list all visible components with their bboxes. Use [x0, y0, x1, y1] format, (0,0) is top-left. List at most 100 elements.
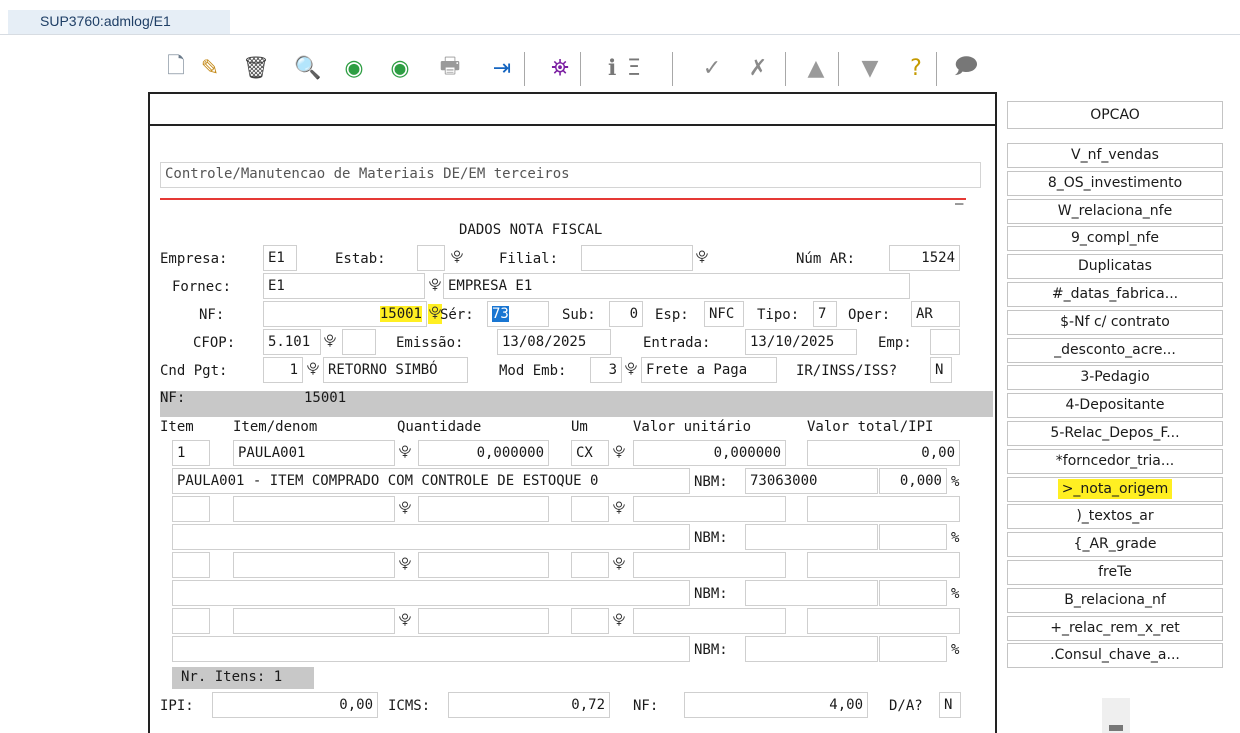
item-2-qtd[interactable]	[418, 496, 549, 522]
item-4-code[interactable]	[233, 608, 395, 634]
option-item[interactable]: 9_compl_nfe	[1007, 226, 1223, 252]
option-item[interactable]: .Consul_chave_a...	[1007, 643, 1223, 669]
item-3-qtd[interactable]	[418, 552, 549, 578]
icms-field[interactable]: 0,72	[448, 692, 610, 718]
trash-icon[interactable]: 🗑	[240, 48, 272, 88]
option-item[interactable]: V_nf_vendas	[1007, 143, 1223, 168]
item-4-um-dropdown-icon[interactable]: ⯓	[612, 608, 626, 634]
confirm-icon[interactable]: ✓	[696, 48, 728, 88]
next-icon[interactable]: ◉	[384, 48, 416, 88]
option-item[interactable]: )_textos_ar	[1007, 504, 1223, 530]
cnd-pgt-dropdown-icon[interactable]: ⯓	[306, 357, 320, 383]
item-2-vtotal[interactable]	[807, 496, 960, 522]
option-item[interactable]: 3-Pedagio	[1007, 365, 1223, 391]
filial-field[interactable]	[581, 245, 693, 271]
item-3-code-dropdown-icon[interactable]: ⯓	[398, 552, 412, 578]
item-1-code[interactable]: PAULA001	[233, 440, 395, 466]
session-tab[interactable]: SUP3760:admlog/E1	[8, 10, 230, 34]
mod-emb-dropdown-icon[interactable]: ⯓	[624, 357, 638, 383]
num-ar-field[interactable]: 1524	[889, 245, 960, 271]
item-1-qtd[interactable]: 0,000000	[418, 440, 549, 466]
estab-dropdown-icon[interactable]: ⯓	[450, 245, 464, 271]
sub-field[interactable]: 0	[609, 301, 643, 327]
ser-field[interactable]: 73	[487, 301, 549, 327]
previous-icon[interactable]: ◉	[338, 48, 370, 88]
emissao-field[interactable]: 13/08/2025	[497, 329, 611, 355]
item-4-nbm[interactable]	[745, 636, 878, 662]
up-icon[interactable]: ▲	[800, 48, 832, 88]
option-item[interactable]: 5-Relac_Depos_F...	[1007, 421, 1223, 446]
ipi-field[interactable]: 0,00	[212, 692, 378, 718]
nf-field[interactable]: 15001	[263, 301, 427, 327]
cancel-icon[interactable]: ✗	[742, 48, 774, 88]
empresa-field[interactable]: E1	[263, 245, 297, 271]
item-3-code[interactable]	[233, 552, 395, 578]
item-3-vunit[interactable]	[633, 552, 786, 578]
item-2-number[interactable]	[172, 496, 210, 522]
option-item[interactable]: 4-Depositante	[1007, 393, 1223, 419]
new-doc-icon[interactable]: 🗋	[160, 48, 192, 88]
entrada-field[interactable]: 13/10/2025	[745, 329, 857, 355]
option-item[interactable]: W_relaciona_nfe	[1007, 198, 1223, 224]
mod-emb-field[interactable]: 3	[590, 357, 622, 383]
item-2-um[interactable]	[571, 496, 609, 522]
option-item[interactable]: _desconto_acre...	[1007, 337, 1223, 363]
print-icon[interactable]: 🖶	[434, 48, 466, 88]
item-3-number[interactable]	[172, 552, 210, 578]
item-3-um-dropdown-icon[interactable]: ⯓	[612, 552, 626, 578]
cnd-pgt-field[interactable]: 1	[263, 357, 303, 383]
binoculars-icon[interactable]: ⛯	[544, 48, 576, 88]
ir-inss-iss-field[interactable]: N	[930, 357, 952, 383]
option-item[interactable]: Duplicatas	[1007, 254, 1223, 280]
item-1-um-dropdown-icon[interactable]: ⯓	[612, 440, 626, 466]
exit-icon[interactable]: ⇥	[486, 48, 518, 88]
item-3-nbm[interactable]	[745, 580, 878, 606]
fornec-field[interactable]: E1	[263, 273, 425, 299]
item-2-nbm[interactable]	[745, 524, 878, 550]
fornec-dropdown-icon[interactable]: ⯓	[428, 273, 442, 299]
item-1-vunit[interactable]: 0,000000	[633, 440, 786, 466]
item-1-nbm[interactable]: 73063000	[745, 468, 878, 494]
item-1-vtotal[interactable]: 0,00	[807, 440, 960, 466]
tipo-field[interactable]: 7	[813, 301, 837, 327]
option-item[interactable]: $-Nf c/ contrato	[1007, 309, 1223, 335]
option-item[interactable]: B_relaciona_nf	[1007, 587, 1223, 613]
option-item[interactable]: #_datas_fabrica...	[1007, 282, 1223, 307]
option-item[interactable]: {_AR_grade	[1007, 532, 1223, 558]
item-4-um[interactable]	[571, 608, 609, 634]
comment-icon[interactable]: 🗩	[950, 48, 982, 88]
option-item[interactable]: >_nota_origem	[1007, 476, 1223, 502]
item-2-vunit[interactable]	[633, 496, 786, 522]
item-4-vunit[interactable]	[633, 608, 786, 634]
item-3-um[interactable]	[571, 552, 609, 578]
cfop-dropdown-icon[interactable]: ⯓	[323, 329, 337, 355]
item-3-vtotal[interactable]	[807, 552, 960, 578]
item-2-code-dropdown-icon[interactable]: ⯓	[398, 496, 412, 522]
search-icon[interactable]: 🔍	[292, 48, 324, 88]
item-4-qtd[interactable]	[418, 608, 549, 634]
emp-field[interactable]	[930, 329, 960, 355]
edit-icon[interactable]: ✎	[194, 48, 226, 88]
item-4-number[interactable]	[172, 608, 210, 634]
item-2-pct[interactable]	[879, 524, 947, 550]
estab-field[interactable]	[417, 245, 445, 271]
item-4-pct[interactable]	[879, 636, 947, 662]
cfop-field[interactable]: 5.101	[263, 329, 321, 355]
list-icon[interactable]: Ξ	[618, 48, 650, 88]
filial-dropdown-icon[interactable]: ⯓	[695, 245, 709, 271]
esp-field[interactable]: NFC	[704, 301, 744, 327]
item-3-pct[interactable]	[879, 580, 947, 606]
option-item[interactable]: *forncedor_tria...	[1007, 448, 1223, 474]
scroll-thumb[interactable]	[1109, 725, 1123, 731]
option-item[interactable]: 8_OS_investimento	[1007, 170, 1223, 196]
item-1-um[interactable]: CX	[571, 440, 609, 466]
item-4-vtotal[interactable]	[807, 608, 960, 634]
option-item[interactable]: freTe	[1007, 560, 1223, 585]
item-2-um-dropdown-icon[interactable]: ⯓	[612, 496, 626, 522]
item-4-code-dropdown-icon[interactable]: ⯓	[398, 608, 412, 634]
down-icon[interactable]: ▼	[854, 48, 886, 88]
help-icon[interactable]: ?	[900, 48, 932, 88]
item-1-code-dropdown-icon[interactable]: ⯓	[398, 440, 412, 466]
nf-total-field[interactable]: 4,00	[684, 692, 868, 718]
option-item[interactable]: +_relac_rem_x_ret	[1007, 615, 1223, 641]
